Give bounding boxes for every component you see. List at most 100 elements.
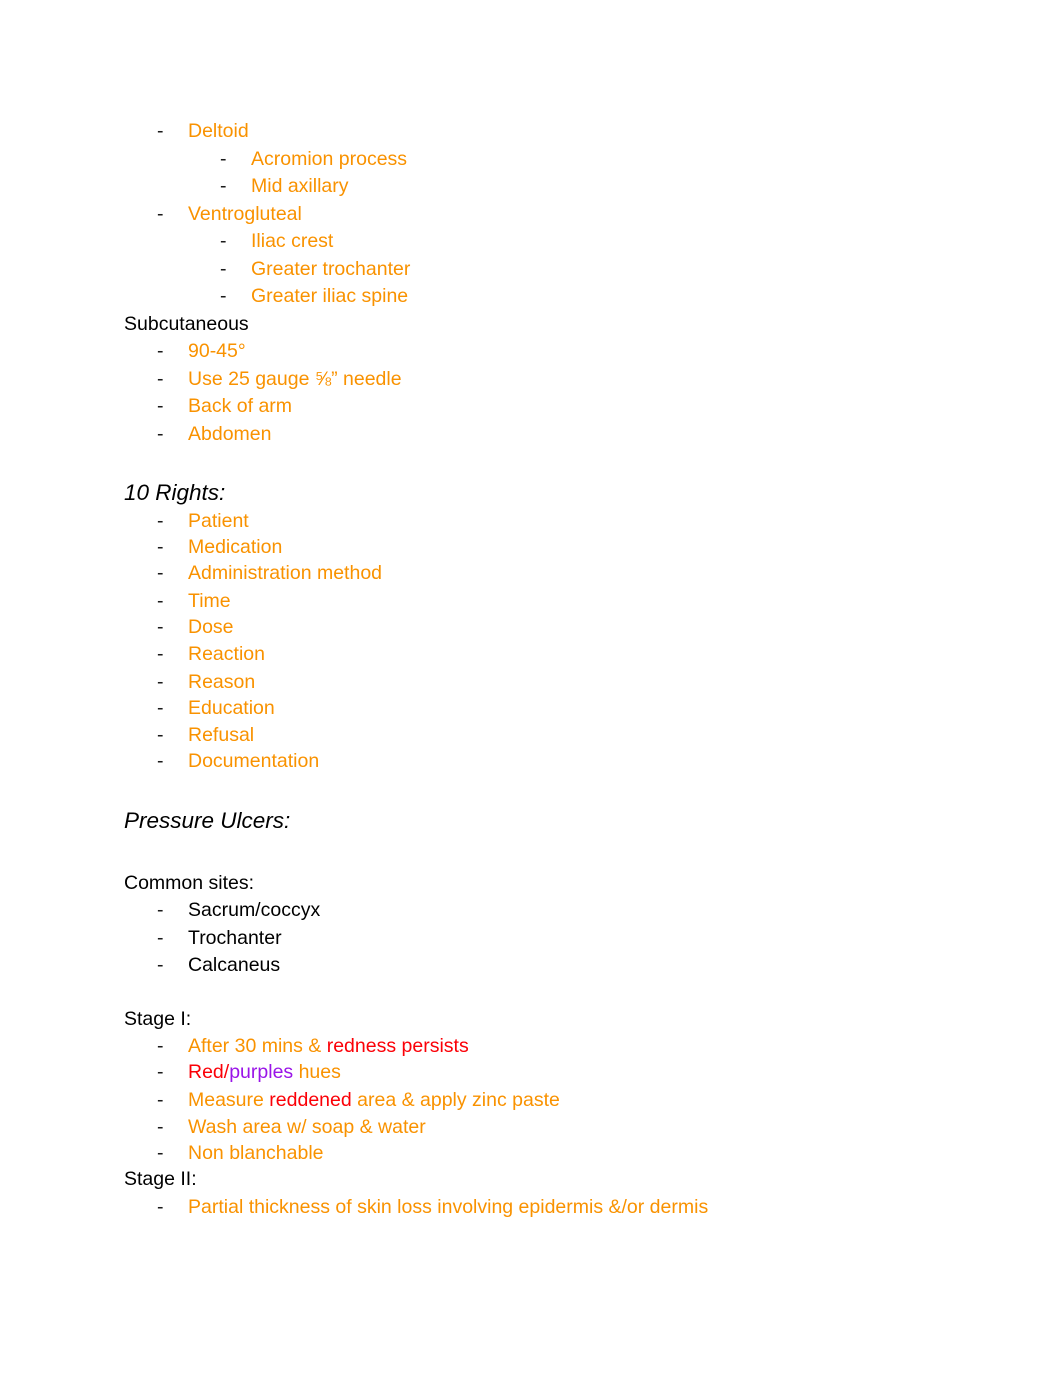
bullet-dash: -	[157, 120, 164, 142]
list-item-label: Greater trochanter	[251, 257, 411, 280]
stage-two-label: Stage II:	[124, 1168, 197, 1190]
ten-rights-section: 10 Rights: - Patient - Medication - Admi…	[124, 478, 954, 776]
list-item: - 90-45°	[157, 338, 954, 366]
bullet-dash: -	[157, 536, 164, 558]
bullet-dash: -	[220, 147, 227, 170]
list-item-label: Refusal	[188, 724, 255, 746]
list-item: - Ventrogluteal	[157, 201, 954, 229]
bullet-dash: -	[220, 175, 227, 197]
list-item-label: Dose	[188, 615, 234, 638]
bullet-dash: -	[157, 615, 164, 638]
section-heading-ten-rights: 10 Rights:	[124, 480, 226, 505]
list-item: - Mid axillary	[220, 173, 954, 201]
bullet-dash: -	[157, 1061, 164, 1083]
list-item: - Partial thickness of skin loss involvi…	[157, 1194, 954, 1222]
list-item: - Education	[157, 695, 954, 723]
list-item: - Deltoid	[157, 118, 954, 146]
text-run: redness persists	[326, 1035, 469, 1057]
list-item-label: Abdomen	[188, 422, 272, 445]
bullet-dash: -	[157, 926, 164, 949]
list-item-label: Acromion process	[251, 147, 408, 170]
list-item-label: 90-45°	[188, 340, 246, 362]
list-item: - Reaction	[157, 641, 954, 669]
list-item-label: Non blanchable	[188, 1142, 324, 1164]
list-item-label: Iliac crest	[251, 230, 334, 252]
subcutaneous-label: Subcutaneous	[124, 312, 249, 335]
bullet-dash: -	[220, 285, 227, 307]
list-item-label: Documentation	[188, 750, 320, 772]
list-item: - Iliac crest	[220, 228, 954, 256]
bullet-dash: -	[157, 367, 164, 390]
list-item: - Time	[157, 588, 954, 614]
section-heading-pressure-ulcers: Pressure Ulcers:	[124, 807, 291, 833]
bullet-dash: -	[157, 1035, 164, 1057]
list-item: - Calcaneus	[157, 952, 954, 980]
list-item-label: Use 25 gauge ⅝” needle	[188, 367, 402, 390]
list-item-label: Partial thickness of skin loss involving…	[188, 1195, 709, 1218]
list-item: - Greater iliac spine	[220, 283, 954, 311]
list-item: - Reason	[157, 669, 954, 695]
common-sites-label: Common sites:	[124, 871, 255, 894]
bullet-dash: -	[157, 724, 164, 746]
list-item: - Greater trochanter	[220, 256, 954, 284]
bullet-dash: -	[157, 1088, 164, 1111]
list-item: - Non blanchable	[157, 1140, 954, 1166]
list-item-label: Reaction	[188, 643, 265, 665]
text-run: Red/	[188, 1061, 230, 1083]
list-item-label: Sacrum/coccyx	[188, 899, 321, 921]
list-item-label: Measure reddened area & apply zinc paste	[188, 1087, 560, 1115]
list-item-label: Trochanter	[188, 926, 282, 949]
list-item-label: Ventrogluteal	[188, 202, 302, 225]
bullet-dash: -	[157, 202, 164, 225]
text-run: area & apply zinc paste	[351, 1088, 560, 1111]
bullet-dash: -	[157, 643, 164, 665]
list-item-label: Reason	[188, 670, 256, 693]
bullet-dash: -	[157, 1142, 164, 1164]
list-item: - Red/purples hues	[157, 1059, 954, 1087]
text-run: After 30 mins &	[188, 1035, 327, 1057]
document-body: - Deltoid - Acromion process - Mid axill…	[124, 118, 954, 1221]
list-item: - Sacrum/coccyx	[157, 897, 954, 925]
list-item-label: Mid axillary	[251, 175, 349, 197]
bullet-dash: -	[157, 589, 164, 612]
bullet-dash: -	[157, 395, 164, 417]
bullet-dash: -	[157, 340, 164, 362]
list-item: - Refusal	[157, 722, 954, 748]
text-run: Measure	[188, 1088, 270, 1111]
list-item-label: Medication	[188, 536, 283, 558]
list-item: - Abdomen	[157, 421, 954, 449]
bullet-dash: -	[157, 422, 164, 445]
list-item: - Wash area w/ soap & water	[157, 1114, 954, 1140]
pressure-ulcers-section: Pressure Ulcers: Common sites: - Sacrum/…	[124, 806, 954, 1222]
list-item-label: Patient	[188, 510, 249, 532]
list-item-label: After 30 mins & redness persists	[188, 1033, 469, 1059]
bullet-dash: -	[220, 230, 227, 252]
list-item-label: Wash area w/ soap & water	[188, 1116, 426, 1138]
document-page: - Deltoid - Acromion process - Mid axill…	[0, 0, 1062, 1376]
bullet-dash: -	[157, 562, 164, 584]
list-item: - Back of arm	[157, 393, 954, 421]
list-item: - Documentation	[157, 748, 954, 776]
list-item-label: Greater iliac spine	[251, 285, 409, 307]
bullet-dash: -	[220, 257, 227, 280]
list-item-label: Red/purples hues	[188, 1059, 341, 1087]
list-item: - Acromion process	[220, 146, 954, 174]
bullet-dash: -	[157, 1195, 164, 1218]
bullet-dash: -	[157, 670, 164, 693]
bullet-dash: -	[157, 1116, 164, 1138]
bullet-dash: -	[157, 954, 164, 976]
text-run: hues	[293, 1061, 341, 1083]
bullet-dash: -	[157, 750, 164, 772]
list-item-label: Administration method	[188, 562, 383, 584]
bullet-dash: -	[157, 510, 164, 532]
list-item-label: Deltoid	[188, 120, 249, 142]
list-item: - After 30 mins & redness persists	[157, 1033, 954, 1059]
list-item-label: Back of arm	[188, 395, 293, 417]
list-item-label: Time	[188, 589, 231, 612]
list-item: - Dose	[157, 614, 954, 642]
list-item: - Measure reddened area & apply zinc pas…	[157, 1087, 954, 1115]
